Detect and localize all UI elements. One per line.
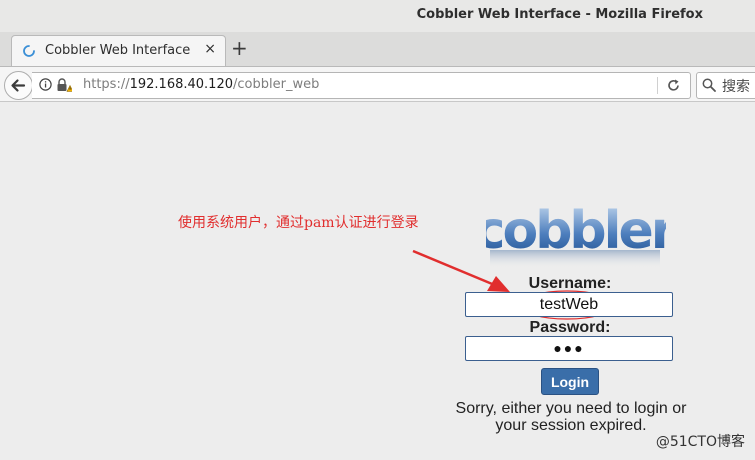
watermark: @51CTO博客	[655, 434, 745, 450]
login-button[interactable]: Login	[541, 368, 599, 395]
session-message-line1: Sorry, either you need to login or	[455, 400, 687, 417]
password-field[interactable]: ●●●	[465, 336, 673, 361]
session-message: Sorry, either you need to login or your …	[440, 400, 702, 434]
username-field[interactable]: testWeb	[465, 292, 673, 317]
username-label: Username:	[528, 275, 612, 292]
cobbler-logo: cobbler	[486, 202, 666, 268]
password-label: Password:	[529, 319, 611, 336]
